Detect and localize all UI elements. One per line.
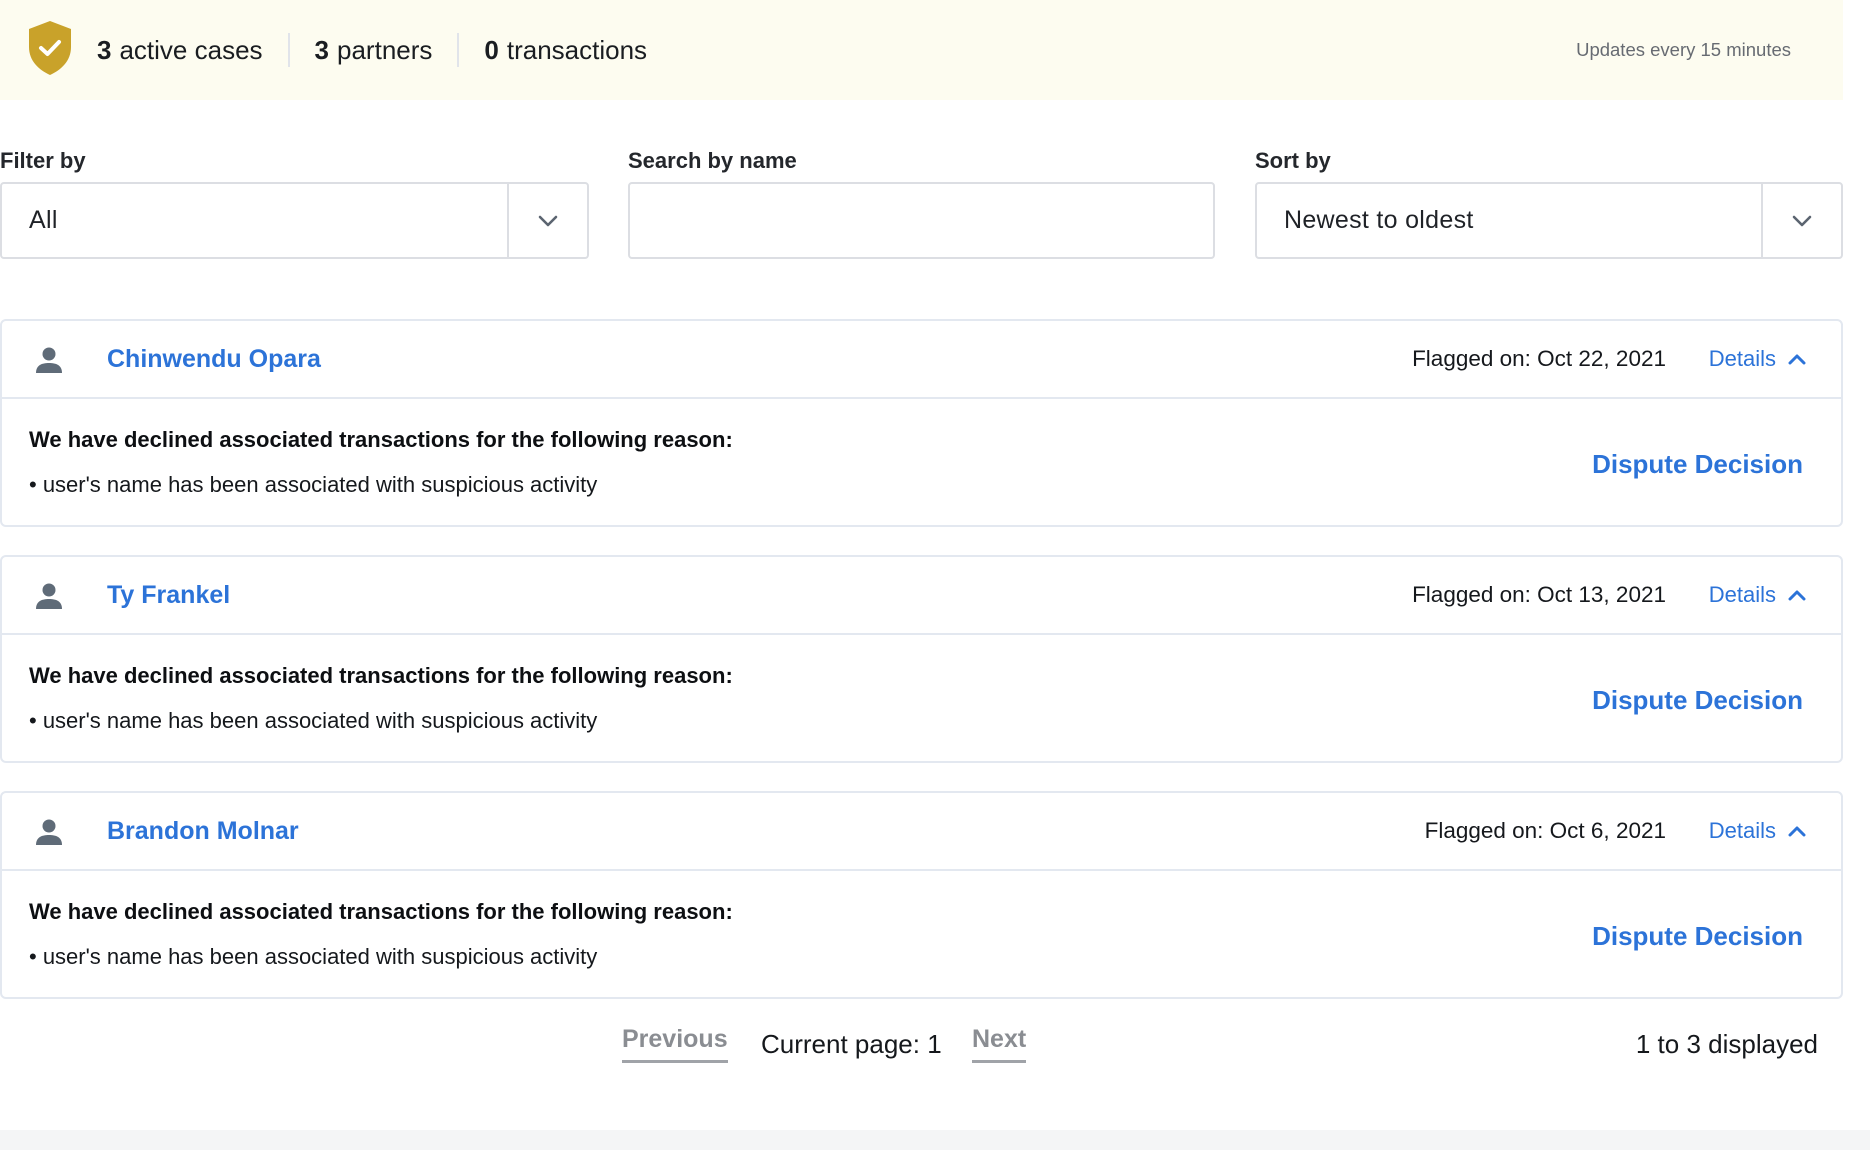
case-name-link[interactable]: Brandon Molnar bbox=[107, 817, 299, 846]
sort-by-label: Sort by bbox=[1255, 148, 1331, 173]
case-name-link[interactable]: Ty Frankel bbox=[107, 581, 230, 610]
search-by-name-label: Search by name bbox=[628, 148, 797, 173]
reason-item: • user's name has been associated with s… bbox=[29, 708, 598, 733]
chevron-down-icon bbox=[538, 215, 558, 226]
details-toggle[interactable]: Details bbox=[1709, 818, 1806, 844]
reason-title: We have declined associated transactions… bbox=[29, 663, 733, 688]
chevron-up-icon bbox=[1788, 590, 1806, 601]
stat-transactions: 0 transactions bbox=[484, 35, 647, 66]
case-card-header: Brandon Molnar Flagged on: Oct 6, 2021 D… bbox=[2, 793, 1841, 871]
stat-label: transactions bbox=[506, 34, 648, 65]
stat-count: 3 bbox=[97, 34, 112, 65]
dispute-decision-button[interactable]: Dispute Decision bbox=[1592, 921, 1803, 952]
stat-partners: 3 partners bbox=[315, 35, 433, 66]
flagged-date: Flagged on: Oct 6, 2021 bbox=[1424, 818, 1666, 843]
search-input[interactable] bbox=[630, 184, 1213, 257]
chevron-down-icon bbox=[1792, 215, 1812, 226]
case-card-body: We have declined associated transactions… bbox=[2, 635, 1841, 763]
filter-by-select[interactable]: All bbox=[0, 182, 589, 259]
divider bbox=[457, 33, 460, 67]
reason-title: We have declined associated transactions… bbox=[29, 427, 733, 452]
case-card-header: Ty Frankel Flagged on: Oct 13, 2021 Deta… bbox=[2, 557, 1841, 635]
case-card-body: We have declined associated transactions… bbox=[2, 399, 1841, 527]
stat-active-cases: 3 active cases bbox=[97, 35, 263, 66]
divider bbox=[287, 33, 290, 67]
reason-item: • user's name has been associated with s… bbox=[29, 944, 598, 969]
details-label: Details bbox=[1708, 582, 1776, 607]
sort-by-value: Newest to oldest bbox=[1284, 206, 1474, 234]
case-name-link[interactable]: Chinwendu Opara bbox=[107, 345, 321, 374]
dispute-decision-button[interactable]: Dispute Decision bbox=[1592, 685, 1803, 716]
summary-banner: 3 active cases 3 partners 0 transactions… bbox=[0, 0, 1843, 100]
stat-label: partners bbox=[337, 34, 433, 65]
case-card: Ty Frankel Flagged on: Oct 13, 2021 Deta… bbox=[0, 555, 1843, 763]
sort-by-dropdown-toggle[interactable] bbox=[1761, 184, 1841, 257]
filter-by-label: Filter by bbox=[0, 148, 86, 173]
chevron-up-icon bbox=[1788, 354, 1806, 365]
next-page-button[interactable]: Next bbox=[972, 1025, 1027, 1063]
update-frequency-note: Updates every 15 minutes bbox=[1576, 39, 1791, 60]
details-toggle[interactable]: Details bbox=[1709, 582, 1806, 608]
search-by-name-field[interactable] bbox=[628, 182, 1215, 259]
filter-by-value: All bbox=[29, 206, 58, 234]
current-page-indicator: Current page: 1 bbox=[761, 1029, 942, 1059]
sort-by-select[interactable]: Newest to oldest bbox=[1255, 182, 1843, 259]
flagged-date: Flagged on: Oct 13, 2021 bbox=[1412, 582, 1666, 607]
flagged-date: Flagged on: Oct 22, 2021 bbox=[1412, 346, 1666, 371]
stats-row: 3 active cases 3 partners 0 transactions bbox=[97, 0, 647, 100]
details-label: Details bbox=[1708, 818, 1776, 843]
previous-page-button[interactable]: Previous bbox=[622, 1025, 728, 1063]
details-label: Details bbox=[1708, 346, 1776, 371]
case-card-header: Chinwendu Opara Flagged on: Oct 22, 2021… bbox=[2, 321, 1841, 399]
reason-item: • user's name has been associated with s… bbox=[29, 472, 598, 497]
dispute-decision-button[interactable]: Dispute Decision bbox=[1592, 449, 1803, 480]
details-toggle[interactable]: Details bbox=[1709, 346, 1806, 372]
stat-count: 3 bbox=[314, 34, 330, 65]
filter-by-dropdown-toggle[interactable] bbox=[507, 184, 587, 257]
user-icon bbox=[36, 819, 62, 845]
case-card-body: We have declined associated transactions… bbox=[2, 871, 1841, 999]
case-card: Brandon Molnar Flagged on: Oct 6, 2021 D… bbox=[0, 791, 1843, 999]
chevron-up-icon bbox=[1788, 826, 1806, 837]
case-card: Chinwendu Opara Flagged on: Oct 22, 2021… bbox=[0, 319, 1843, 527]
stat-count: 0 bbox=[484, 34, 499, 65]
user-icon bbox=[36, 583, 62, 609]
shield-check-icon bbox=[29, 21, 71, 75]
stat-label: active cases bbox=[119, 34, 263, 65]
footer-strip bbox=[0, 1130, 1870, 1150]
reason-title: We have declined associated transactions… bbox=[29, 899, 733, 924]
results-count: 1 to 3 displayed bbox=[1635, 1029, 1818, 1059]
user-icon bbox=[36, 347, 62, 373]
